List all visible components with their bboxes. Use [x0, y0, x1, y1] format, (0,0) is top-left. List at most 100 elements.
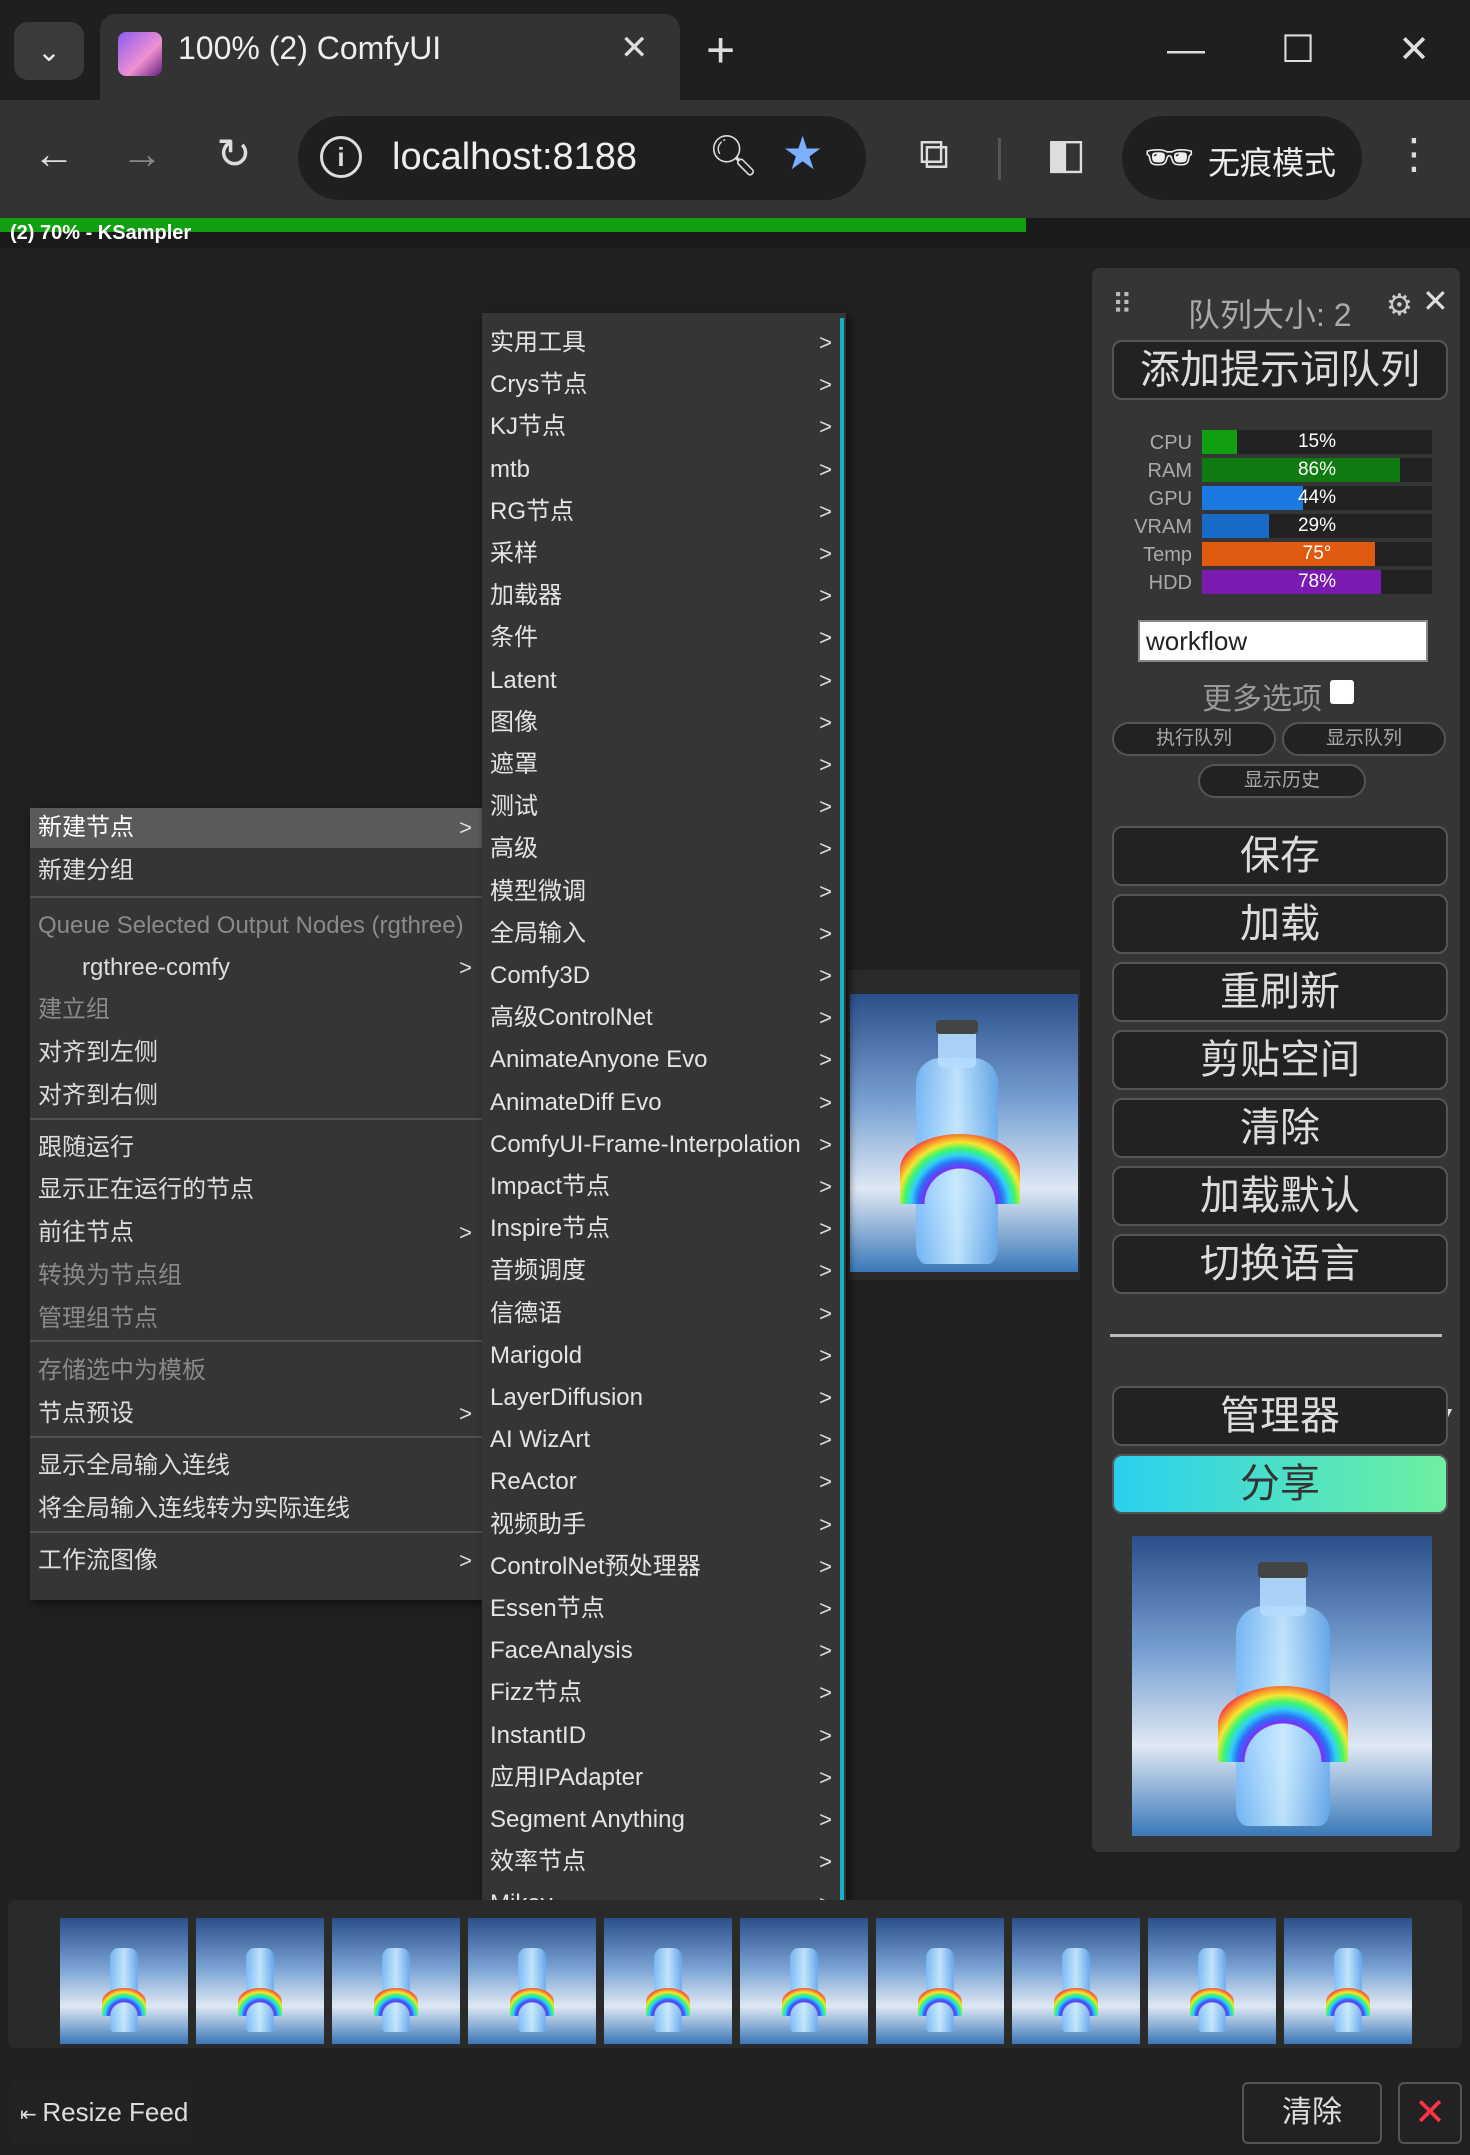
submenu-item[interactable]: 高级 >	[482, 829, 842, 869]
clear-button[interactable]: 清除	[1112, 1098, 1448, 1158]
submenu-item[interactable]: 视频助手 >	[482, 1505, 842, 1545]
context-menu-item[interactable]: 显示正在运行的节点	[30, 1170, 482, 1210]
feed-thumbnail[interactable]	[876, 1918, 1004, 2044]
close-window-icon[interactable]: ✕	[1384, 20, 1444, 80]
feed-thumbnail[interactable]	[196, 1918, 324, 2044]
feed-thumbnail[interactable]	[1148, 1918, 1276, 2044]
monitor-bar: 78%	[1202, 570, 1432, 594]
submenu-item[interactable]: 音频调度 >	[482, 1251, 842, 1291]
load-default-button[interactable]: 加载默认	[1112, 1166, 1448, 1226]
submenu-item[interactable]: 实用工具 >	[482, 323, 842, 363]
submenu-item[interactable]: ReActor >	[482, 1462, 842, 1502]
submenu-item[interactable]: 应用IPAdapter >	[482, 1758, 842, 1798]
incognito-badge[interactable]: 🕶︎ 无痕模式	[1122, 116, 1362, 200]
minimize-icon[interactable]: —	[1156, 20, 1216, 80]
context-menu-item[interactable]: 前往节点 >	[30, 1213, 482, 1253]
extensions-icon[interactable]: ⧉	[904, 124, 964, 184]
context-menu-item[interactable]: 将全局输入连线转为实际连线	[30, 1489, 482, 1529]
submenu-item[interactable]: 测试 >	[482, 787, 842, 827]
switch-language-button[interactable]: 切换语言	[1112, 1234, 1448, 1294]
submenu-item[interactable]: RG节点 >	[482, 492, 842, 532]
drag-handle-icon[interactable]: ⠿	[1112, 288, 1133, 321]
workflow-name-input[interactable]	[1138, 620, 1428, 662]
submenu-item[interactable]: Impact节点 >	[482, 1167, 842, 1207]
submenu-item[interactable]: LayerDiffusion >	[482, 1378, 842, 1418]
submenu-item[interactable]: Marigold >	[482, 1336, 842, 1376]
context-menu-item[interactable]: 对齐到左侧	[30, 1033, 482, 1073]
submenu-item[interactable]: ComfyUI-Frame-Interpolation >	[482, 1125, 842, 1165]
submenu-item[interactable]: AnimateAnyone Evo >	[482, 1040, 842, 1080]
tab-search-button[interactable]: ⌄	[14, 22, 84, 80]
address-bar[interactable]: i localhost:8188 🔍︎ ★	[298, 116, 866, 200]
submenu-item[interactable]: mtb >	[482, 450, 842, 490]
manager-button[interactable]: 管理器	[1112, 1386, 1448, 1446]
submenu-item[interactable]: 模型微调 >	[482, 872, 842, 912]
bookmark-star-icon[interactable]: ★	[782, 126, 823, 180]
close-tab-icon[interactable]: ✕	[620, 28, 649, 68]
browser-tab[interactable]: 100% (2) ComfyUI ✕	[100, 14, 680, 102]
submenu-item[interactable]: FaceAnalysis >	[482, 1631, 842, 1671]
context-menu-item[interactable]: 工作流图像 >	[30, 1541, 482, 1581]
context-menu-item[interactable]: rgthree-comfy >	[30, 948, 482, 988]
close-feed-button[interactable]: ✕	[1398, 2082, 1462, 2144]
feed-thumbnail[interactable]	[604, 1918, 732, 2044]
show-queue-button[interactable]: 显示队列	[1282, 722, 1446, 756]
feed-thumbnail[interactable]	[1284, 1918, 1412, 2044]
load-button[interactable]: 加载	[1112, 894, 1448, 954]
context-menu-item[interactable]: 跟随运行	[30, 1128, 482, 1168]
context-menu-item[interactable]: 对齐到右侧	[30, 1076, 482, 1116]
submenu-item[interactable]: 高级ControlNet >	[482, 998, 842, 1038]
url-text[interactable]: localhost:8188	[392, 136, 637, 179]
submenu-item[interactable]: 加载器 >	[482, 576, 842, 616]
side-panel-icon[interactable]: ◧	[1036, 124, 1096, 184]
queue-prompt-button[interactable]: 添加提示词队列	[1112, 340, 1448, 400]
show-history-button[interactable]: 显示历史	[1198, 764, 1366, 798]
submenu-item[interactable]: Fizz节点 >	[482, 1673, 842, 1713]
submenu-item[interactable]: 遮罩 >	[482, 745, 842, 785]
gear-icon[interactable]: ⚙	[1386, 288, 1413, 323]
resize-feed-button[interactable]: ⇤ Resize Feed	[10, 2080, 192, 2144]
forward-arrow-icon[interactable]: →	[112, 124, 172, 184]
submenu-item[interactable]: InstantID >	[482, 1716, 842, 1756]
submenu-item[interactable]: 采样 >	[482, 534, 842, 574]
feed-thumbnail[interactable]	[1012, 1918, 1140, 2044]
feed-thumbnail[interactable]	[468, 1918, 596, 2044]
maximize-icon[interactable]: ☐	[1268, 20, 1328, 80]
reload-icon[interactable]: ↻	[204, 124, 264, 184]
submenu-item[interactable]: AnimateDiff Evo >	[482, 1083, 842, 1123]
more-menu-icon[interactable]: ⋮	[1384, 124, 1444, 184]
submenu-item[interactable]: AI WizArt >	[482, 1420, 842, 1460]
site-info-icon[interactable]: i	[320, 136, 362, 178]
share-button[interactable]: 分享	[1112, 1454, 1448, 1514]
submenu-item[interactable]: KJ节点 >	[482, 407, 842, 447]
more-options-checkbox[interactable]	[1330, 680, 1354, 704]
context-menu-item[interactable]: 新建节点 >	[30, 808, 482, 848]
run-queue-button[interactable]: 执行队列	[1112, 722, 1276, 756]
zoom-icon[interactable]: 🔍︎	[708, 132, 759, 179]
close-icon[interactable]: ✕	[1422, 282, 1449, 320]
submenu-item[interactable]: Crys节点 >	[482, 365, 842, 405]
context-menu-item[interactable]: 显示全局输入连线	[30, 1446, 482, 1486]
back-arrow-icon[interactable]: ←	[24, 124, 84, 184]
refresh-button[interactable]: 重刷新	[1112, 962, 1448, 1022]
submenu-item[interactable]: 效率节点 >	[482, 1842, 842, 1882]
submenu-item[interactable]: 全局输入 >	[482, 914, 842, 954]
submenu-item[interactable]: 图像 >	[482, 703, 842, 743]
submenu-item[interactable]: 信德语 >	[482, 1294, 842, 1334]
feed-thumbnail[interactable]	[60, 1918, 188, 2044]
context-menu-item[interactable]: 新建分组	[30, 851, 482, 891]
feed-thumbnail[interactable]	[332, 1918, 460, 2044]
submenu-item[interactable]: Latent >	[482, 661, 842, 701]
submenu-item[interactable]: Essen节点 >	[482, 1589, 842, 1629]
context-menu-item[interactable]: 节点预设 >	[30, 1394, 482, 1434]
clear-feed-button[interactable]: 清除	[1242, 2082, 1382, 2144]
submenu-item[interactable]: Comfy3D >	[482, 956, 842, 996]
submenu-item[interactable]: Segment Anything >	[482, 1800, 842, 1840]
submenu-item[interactable]: ControlNet预处理器 >	[482, 1547, 842, 1587]
save-button[interactable]: 保存 ▼	[1112, 826, 1458, 1442]
feed-thumbnail[interactable]	[740, 1918, 868, 2044]
submenu-item[interactable]: 条件 >	[482, 618, 842, 658]
submenu-item[interactable]: Inspire节点 >	[482, 1209, 842, 1249]
clipspace-button[interactable]: 剪贴空间	[1112, 1030, 1448, 1090]
new-tab-icon[interactable]: +	[706, 22, 735, 78]
